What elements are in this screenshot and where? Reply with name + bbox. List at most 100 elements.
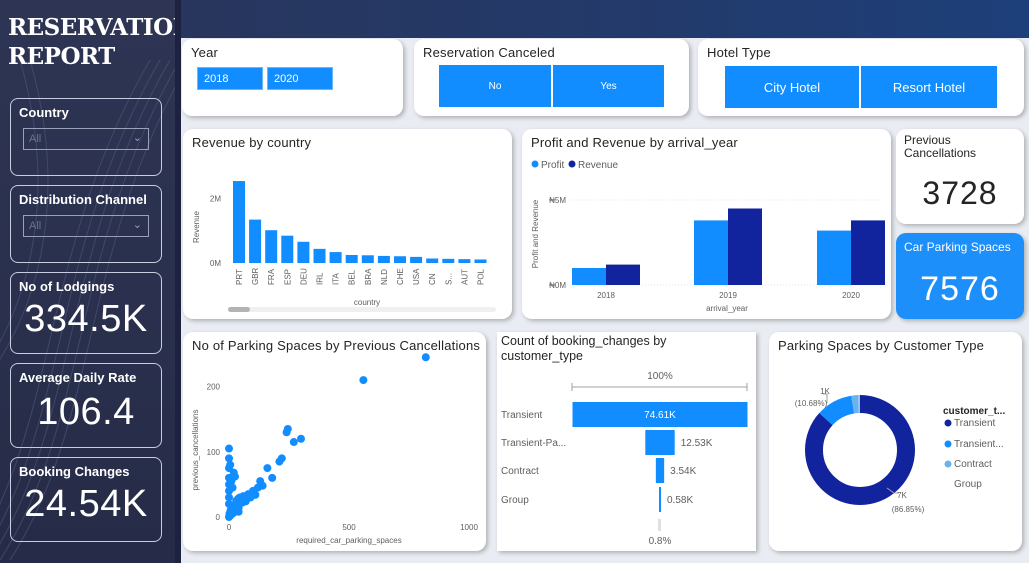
- scatter-point[interactable]: [359, 376, 368, 385]
- scatter-point[interactable]: [228, 483, 237, 492]
- funnel-bar-transientpa[interactable]: [645, 430, 675, 455]
- funnel-value-label: 0.58K: [667, 495, 693, 506]
- legend-marker: [944, 419, 952, 427]
- funnel-bottom-label: 0.8%: [649, 536, 672, 547]
- reservation-canceled-slicer: Reservation Canceled No Yes: [414, 39, 689, 116]
- scatter-point[interactable]: [277, 454, 286, 463]
- legend-label[interactable]: Transient: [954, 418, 996, 429]
- canceled-yes-button[interactable]: Yes: [553, 65, 664, 107]
- x-tick-label: ESP: [283, 269, 292, 285]
- scatter-point[interactable]: [268, 473, 277, 482]
- bar-usa[interactable]: [410, 256, 423, 263]
- scatter-point[interactable]: [263, 464, 272, 473]
- legend-label[interactable]: Transient...: [954, 439, 1004, 450]
- legend-label[interactable]: Group: [954, 479, 982, 490]
- y-tick-label: 100: [207, 448, 221, 457]
- country-slicer: Country All ⌄: [10, 98, 162, 176]
- x-tick-label: 2019: [719, 291, 737, 300]
- x-tick-label: DEU: [299, 268, 308, 285]
- x-tick-label: CN: [428, 273, 437, 285]
- scatter-point[interactable]: [421, 353, 430, 362]
- x-tick-label: S...: [444, 273, 453, 285]
- scatter-point[interactable]: [251, 490, 260, 499]
- kpi-lodgings: No of Lodgings 334.5K: [10, 272, 162, 354]
- x-tick-label: BRA: [364, 268, 373, 285]
- bar-aut[interactable]: [458, 259, 471, 263]
- scatter-point[interactable]: [231, 472, 239, 481]
- kpi-parking-label: Car Parking Spaces: [904, 240, 1011, 254]
- sidebar-edge: [175, 0, 181, 563]
- x-tick-label: POL: [477, 268, 486, 285]
- year-label: Year: [191, 45, 219, 60]
- scrollbar-thumb[interactable]: [228, 307, 250, 312]
- report-title: RESERVATION REPORT: [8, 14, 175, 70]
- bar-irl[interactable]: [313, 248, 326, 263]
- canceled-no-button[interactable]: No: [439, 65, 551, 107]
- funnel-value-label: 3.54K: [670, 466, 696, 477]
- bar-esp[interactable]: [281, 235, 294, 263]
- country-dropdown[interactable]: All ⌄: [23, 128, 149, 150]
- kpi-adr-label: Average Daily Rate: [19, 370, 137, 385]
- legend-label[interactable]: Contract: [954, 459, 992, 470]
- bar-cn[interactable]: [426, 258, 439, 264]
- bar-che[interactable]: [394, 256, 406, 263]
- horizontal-scrollbar[interactable]: [228, 307, 496, 312]
- funnel-bar-group[interactable]: [659, 487, 661, 512]
- booking-changes-funnel-card: Count of booking_changes by customer_typ…: [497, 332, 756, 551]
- bar-profit-2020[interactable]: [817, 230, 851, 285]
- bar-prt[interactable]: [233, 181, 245, 263]
- funnel-category-label: Group: [501, 495, 529, 506]
- slice-label-pct-7k: (86.85%): [892, 505, 925, 514]
- year-from-input[interactable]: 2018: [197, 67, 263, 90]
- hotel-type-label: Hotel Type: [707, 45, 771, 60]
- scatter-chart: 0 100 200 0 500 1000 previous_cancellations r…: [191, 353, 478, 545]
- y-tick-label: ₦5M: [549, 196, 566, 205]
- x-tick-label: CHE: [396, 268, 405, 285]
- scatter-point[interactable]: [225, 444, 233, 453]
- scatter-point[interactable]: [226, 460, 235, 469]
- y-tick-label: 0: [216, 513, 221, 522]
- revenue-by-country-card: Revenue by country 0M 2M PRT GBR FRA ESP DEU I…: [183, 129, 512, 319]
- bar-nld[interactable]: [377, 255, 390, 263]
- bar-pol[interactable]: [474, 259, 487, 263]
- country-label: Country: [19, 105, 69, 120]
- bar-profit-2019[interactable]: [694, 220, 728, 285]
- year-to-input[interactable]: 2020: [267, 67, 333, 90]
- funnel-value-label: 74.61K: [644, 410, 676, 421]
- funnel-category-label: Transient-Pa...: [501, 438, 566, 449]
- bar-bra[interactable]: [361, 255, 374, 263]
- bar-revenue-2020[interactable]: [851, 220, 885, 285]
- parking-by-customer-type-card: Parking Spaces by Customer Type 1K (10.6…: [769, 332, 1022, 551]
- x-axis-label: country: [354, 298, 380, 307]
- kpi-lodgings-value: 334.5K: [24, 298, 148, 340]
- funnel-value-label: 12.53K: [681, 438, 713, 449]
- bar-profit-2018[interactable]: [572, 268, 606, 285]
- bar-fra[interactable]: [265, 230, 278, 263]
- bar-deu[interactable]: [297, 241, 310, 263]
- scatter-point[interactable]: [258, 481, 267, 490]
- bar-ita[interactable]: [329, 252, 342, 263]
- scatter-point[interactable]: [226, 505, 235, 514]
- scatter-point[interactable]: [234, 507, 243, 516]
- legend-marker: [944, 460, 952, 468]
- profit-revenue-card: Profit and Revenue by arrival_year Profi…: [522, 129, 891, 319]
- scatter-point[interactable]: [283, 424, 292, 433]
- kpi-booking-changes-value: 24.54K: [24, 483, 148, 525]
- legend-profit-label: Profit: [541, 160, 565, 171]
- hotel-type-slicer: Hotel Type City Hotel Resort Hotel: [698, 39, 1024, 116]
- y-axis-label: Revenue: [192, 210, 201, 243]
- bar-revenue-2018[interactable]: [606, 264, 640, 285]
- resort-hotel-button[interactable]: Resort Hotel: [861, 66, 997, 108]
- bar-s[interactable]: [442, 258, 455, 263]
- distribution-channel-dropdown[interactable]: All ⌄: [23, 215, 149, 237]
- bar-gbr[interactable]: [249, 219, 262, 263]
- scatter-point[interactable]: [297, 434, 305, 443]
- x-tick-label: 2018: [597, 291, 615, 300]
- scatter-point[interactable]: [289, 438, 298, 447]
- kpi-prev-cancellations-value: 3728: [922, 175, 998, 211]
- funnel-bar-contract[interactable]: [655, 458, 665, 483]
- x-tick-label: PRT: [235, 269, 244, 285]
- city-hotel-button[interactable]: City Hotel: [725, 66, 859, 108]
- bar-revenue-2019[interactable]: [728, 208, 762, 286]
- bar-bel[interactable]: [345, 254, 358, 263]
